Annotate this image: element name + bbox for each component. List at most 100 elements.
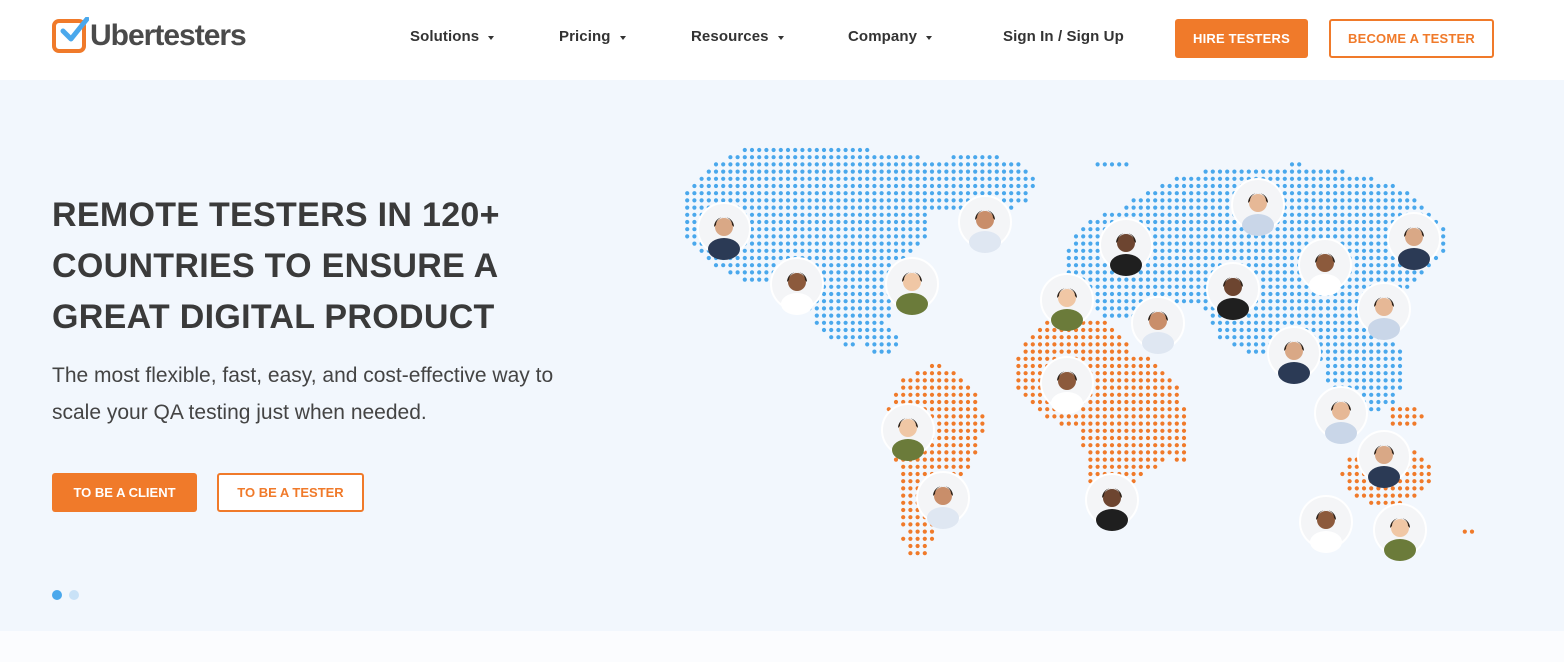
map-dot bbox=[915, 205, 920, 210]
map-dot bbox=[1153, 234, 1158, 239]
map-dot bbox=[1311, 320, 1316, 325]
map-dot bbox=[757, 155, 762, 160]
map-dot bbox=[908, 378, 913, 383]
nav-item-pricing[interactable]: Pricing bbox=[559, 28, 626, 45]
map-dot bbox=[1297, 299, 1302, 304]
hire-testers-button[interactable]: HIRE TESTERS bbox=[1175, 19, 1308, 58]
map-dot bbox=[749, 234, 755, 239]
map-dot bbox=[1160, 392, 1165, 397]
map-dot bbox=[728, 183, 733, 189]
map-dot bbox=[1059, 414, 1064, 419]
map-dot bbox=[1289, 291, 1295, 297]
map-dot bbox=[757, 219, 762, 225]
map-dot bbox=[1174, 457, 1179, 462]
map-dot bbox=[1045, 342, 1050, 347]
map-dot bbox=[821, 155, 827, 160]
map-dot bbox=[749, 255, 755, 261]
map-dot bbox=[1045, 335, 1050, 340]
map-dot bbox=[1376, 407, 1381, 412]
nav-item-label: Resources bbox=[691, 28, 769, 45]
map-dot bbox=[1325, 356, 1331, 361]
map-dot bbox=[1232, 219, 1237, 225]
map-dot bbox=[1203, 306, 1208, 311]
nav-item-company[interactable]: Company bbox=[848, 28, 933, 45]
map-dot bbox=[872, 335, 877, 340]
map-dot bbox=[872, 320, 877, 325]
map-dots bbox=[685, 147, 1475, 556]
map-dot bbox=[980, 428, 985, 433]
map-dot bbox=[922, 385, 927, 390]
map-dot bbox=[944, 464, 949, 469]
map-dot bbox=[865, 313, 870, 318]
map-dot bbox=[944, 443, 949, 448]
map-dot bbox=[1297, 234, 1302, 239]
map-dot bbox=[965, 191, 971, 196]
tester-avatar bbox=[885, 257, 939, 315]
map-dot bbox=[1246, 335, 1251, 340]
map-dot bbox=[951, 198, 956, 203]
map-dot bbox=[958, 428, 963, 433]
map-dot bbox=[1261, 291, 1266, 297]
map-dot bbox=[1325, 212, 1331, 217]
logo[interactable]: Ubertesters bbox=[52, 17, 247, 54]
map-dot bbox=[1311, 205, 1316, 210]
to-be-client-button[interactable]: TO BE A CLIENT bbox=[52, 473, 197, 512]
map-dot bbox=[1145, 385, 1151, 390]
map-dot bbox=[872, 342, 877, 347]
map-dot bbox=[800, 176, 805, 181]
map-dot bbox=[1109, 327, 1115, 333]
map-dot bbox=[1304, 212, 1309, 217]
map-dot bbox=[973, 450, 978, 455]
map-dot bbox=[757, 241, 762, 246]
map-dot bbox=[1131, 212, 1136, 217]
map-dot bbox=[829, 335, 834, 340]
map-dot bbox=[1412, 464, 1417, 469]
map-dot bbox=[1405, 191, 1410, 196]
map-dot bbox=[1268, 313, 1273, 318]
slide-dot-1[interactable] bbox=[52, 590, 62, 600]
map-dot bbox=[1001, 169, 1007, 174]
map-dot bbox=[1181, 234, 1187, 239]
map-dot bbox=[821, 263, 827, 268]
map-dot bbox=[1109, 399, 1115, 405]
map-dot bbox=[1347, 299, 1352, 304]
map-dot bbox=[1253, 248, 1259, 253]
map-dot bbox=[1153, 255, 1158, 261]
map-dot bbox=[929, 392, 935, 397]
map-dot bbox=[800, 219, 805, 225]
map-dot bbox=[1369, 486, 1374, 491]
map-dot bbox=[1246, 255, 1251, 261]
to-be-tester-button[interactable]: TO BE A TESTER bbox=[217, 473, 364, 512]
nav-item-solutions[interactable]: Solutions bbox=[410, 28, 495, 45]
map-dot bbox=[1138, 198, 1143, 203]
map-dot bbox=[1397, 205, 1403, 210]
map-dot bbox=[1376, 255, 1381, 261]
map-dot bbox=[829, 155, 834, 160]
map-dot bbox=[1311, 306, 1316, 311]
map-dot bbox=[1318, 320, 1323, 325]
map-dot bbox=[958, 155, 963, 160]
map-dot bbox=[757, 191, 762, 196]
map-dot bbox=[1412, 450, 1417, 455]
map-dot bbox=[1289, 284, 1295, 289]
nav-item-resources[interactable]: Resources bbox=[691, 28, 784, 45]
map-dot bbox=[1246, 234, 1251, 239]
map-dot bbox=[685, 234, 690, 239]
slide-dot-2[interactable] bbox=[69, 590, 79, 600]
map-dot bbox=[757, 169, 762, 174]
map-dot bbox=[836, 270, 841, 275]
become-tester-button[interactable]: BECOME A TESTER bbox=[1329, 19, 1494, 58]
map-dot bbox=[922, 543, 927, 549]
map-dot bbox=[1145, 435, 1151, 441]
signin-link[interactable]: Sign In / Sign Up bbox=[1003, 28, 1124, 45]
map-dot bbox=[1325, 313, 1331, 318]
map-dot bbox=[1030, 349, 1035, 354]
map-dot bbox=[893, 399, 899, 405]
map-dot bbox=[1073, 270, 1079, 275]
map-dot bbox=[1073, 414, 1079, 419]
map-dot bbox=[1045, 356, 1050, 361]
map-dot bbox=[1145, 277, 1151, 282]
map-dot bbox=[778, 191, 783, 196]
map-dot bbox=[1397, 198, 1403, 203]
map-dot bbox=[1081, 234, 1086, 239]
